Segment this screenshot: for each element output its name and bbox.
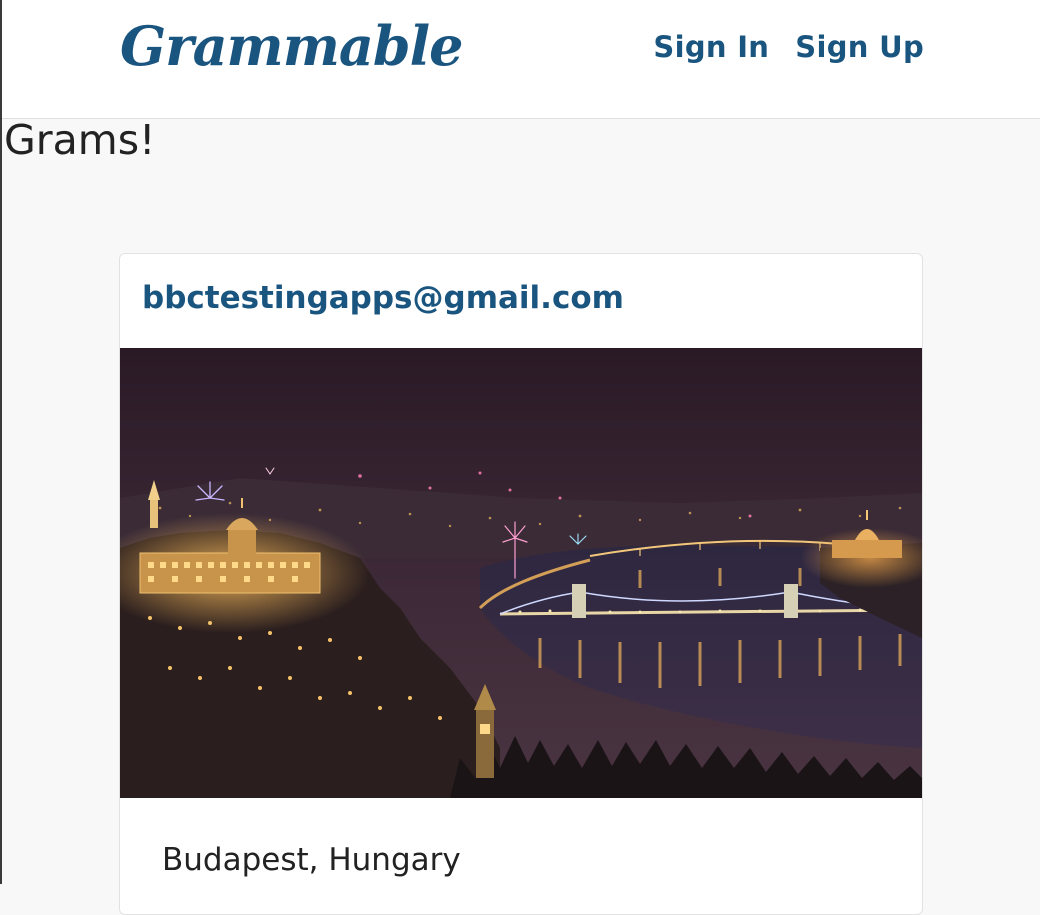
gram-caption: Budapest, Hungary <box>162 842 461 878</box>
sign-in-link[interactable]: Sign In <box>653 30 769 64</box>
brand-logo[interactable]: Grammable <box>120 14 463 78</box>
sign-up-link[interactable]: Sign Up <box>795 30 924 64</box>
top-navbar: Grammable Sign In Sign Up <box>0 0 1040 119</box>
nav-links: Sign In Sign Up <box>653 30 924 64</box>
window-edge <box>0 0 2 884</box>
gram-card-header: bbctestingapps@gmail.com <box>120 254 922 349</box>
gram-author: bbctestingapps@gmail.com <box>142 280 624 316</box>
gram-photo <box>120 348 922 798</box>
gram-card: bbctestingapps@gmail.com Budapest, Hunga… <box>119 253 923 915</box>
page-title: Grams! <box>4 116 156 164</box>
